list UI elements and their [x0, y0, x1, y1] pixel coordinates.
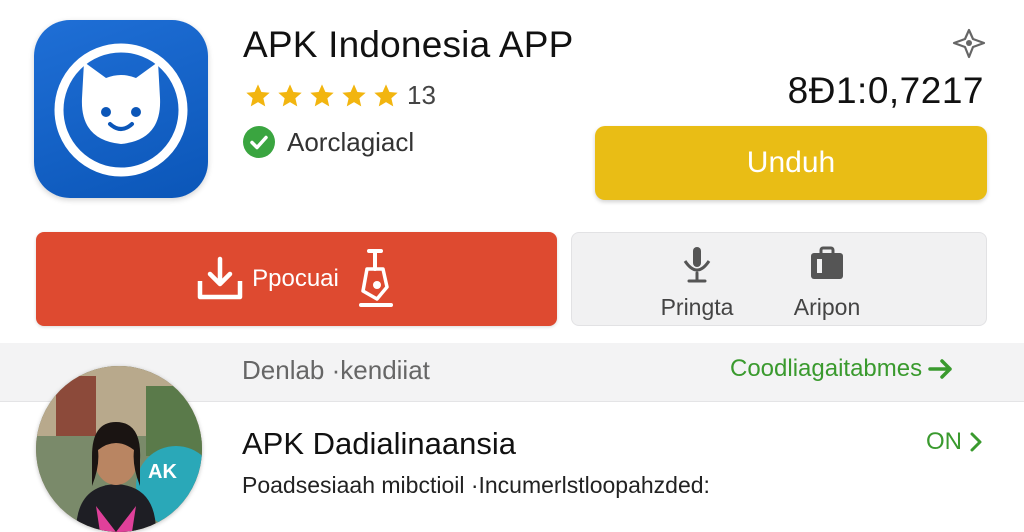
microphone-icon — [683, 247, 711, 283]
verified-badge: Aorclagiacl — [243, 126, 414, 158]
star-icon — [246, 83, 270, 106]
download-counter: 8Ð1:0,7217 — [787, 70, 984, 111]
pringta-action[interactable]: Pringta — [632, 245, 762, 321]
pringta-label: Pringta — [660, 294, 734, 320]
secondary-actions-panel: Pringta Aripon — [571, 232, 987, 326]
unduh-button[interactable]: Unduh — [595, 126, 987, 200]
chevron-right-icon — [970, 432, 982, 452]
rating: 13 — [243, 80, 436, 111]
avatar-badge-text: AK — [148, 461, 177, 483]
list-item-description: Poadsesiaah mibctioil ·Incumerlstloopahz… — [242, 472, 710, 498]
arrow-right-icon — [928, 359, 952, 379]
share-icon[interactable] — [950, 26, 988, 62]
section-link-label: Coodliagaitabmes — [730, 355, 923, 382]
tool-icon — [358, 249, 393, 307]
primary-action-label: Ppocuai — [252, 265, 339, 292]
section-link[interactable]: Coodliagaitabmes — [730, 355, 954, 383]
list-item-status[interactable]: ON — [926, 428, 984, 456]
rating-count: 13 — [407, 80, 436, 110]
aripon-label: Aripon — [793, 294, 861, 320]
download-tray-icon — [197, 256, 243, 300]
briefcase-icon — [811, 246, 843, 279]
avatar[interactable]: AK — [36, 366, 202, 532]
star-icon — [310, 83, 334, 106]
primary-action-button[interactable]: Ppocuai — [36, 232, 557, 326]
aripon-action[interactable]: Aripon — [762, 245, 892, 321]
star-icon — [342, 83, 366, 106]
section-title: Denlab ·kendiiat — [242, 355, 430, 385]
app-title: APK Indonesia APP — [243, 24, 574, 65]
star-icon — [374, 83, 398, 106]
app-icon — [34, 20, 208, 198]
status-label: ON — [926, 428, 962, 455]
cat-face-icon — [54, 43, 188, 177]
star-icon — [278, 83, 302, 106]
check-circle-icon — [243, 126, 275, 158]
list-item-title[interactable]: APK Dadialinaansia — [242, 426, 516, 462]
verified-label: Aorclagiacl — [287, 126, 415, 157]
